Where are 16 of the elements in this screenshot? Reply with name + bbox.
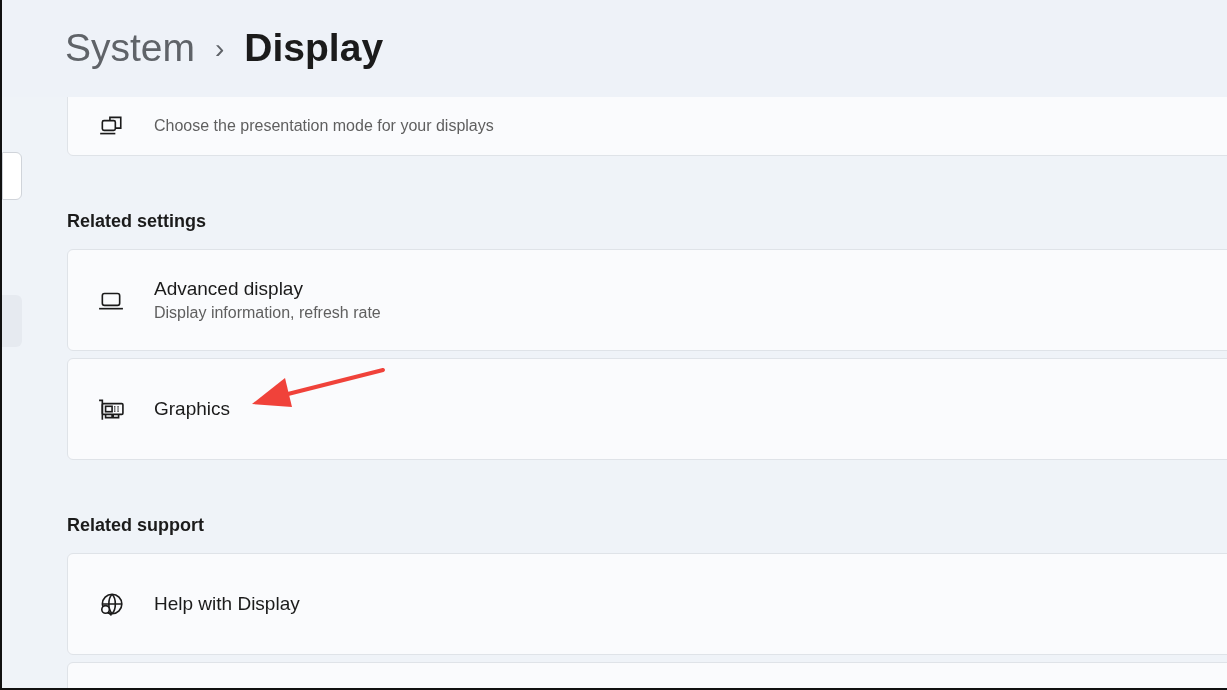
card-title: Advanced display [154,277,304,301]
card-title: Help with Display [154,592,300,616]
settings-card[interactable]: Advanced display Display information, refresh rate [67,249,1227,351]
sidebar-item[interactable] [2,295,22,347]
settings-card[interactable]: Choose the presentation mode for your displays [67,97,1227,156]
card-title: Graphics [154,397,231,421]
settings-card[interactable]: Help with Display [67,553,1227,655]
section-heading: Related support [67,514,204,537]
section-heading: Related settings [67,210,207,233]
page-title: Display [244,25,384,72]
breadcrumb-parent[interactable]: System [65,19,196,78]
breadcrumb-separator: › [215,31,225,66]
settings-card[interactable]: Graphics [67,358,1227,460]
card-subtitle: Display information, refresh rate [154,303,381,323]
card-subtitle: Choose the presentation mode for your displays [154,115,494,136]
sidebar-field[interactable] [2,152,22,200]
